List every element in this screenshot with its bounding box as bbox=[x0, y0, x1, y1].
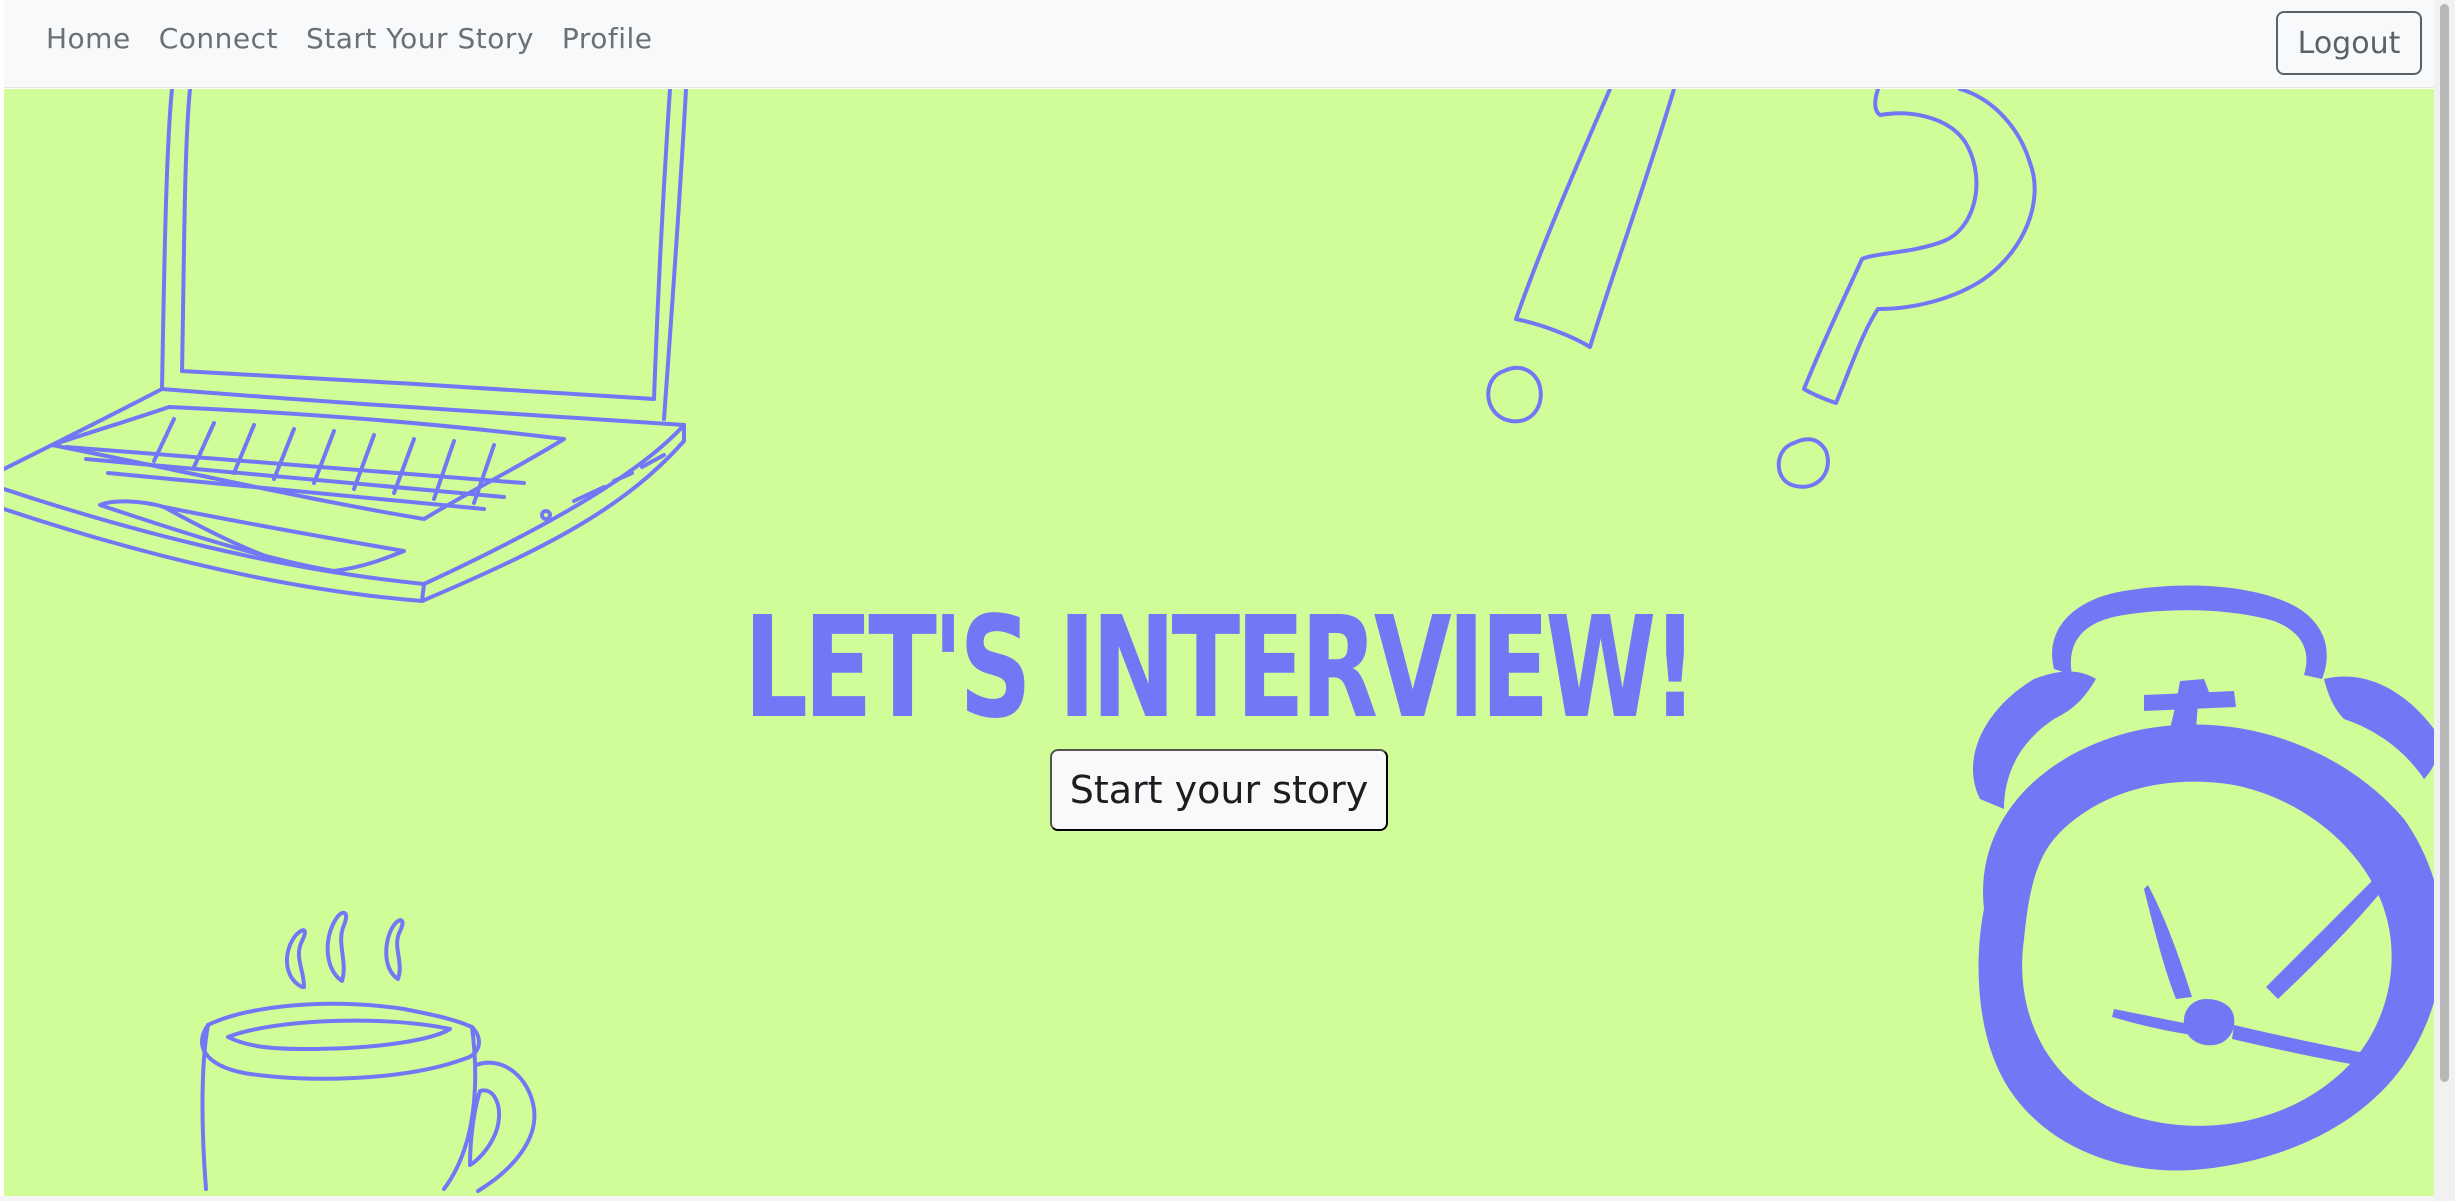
start-your-story-button[interactable]: Start your story bbox=[1050, 749, 1388, 831]
hero-section: LET'S INTERVIEW! Start your story bbox=[4, 89, 2434, 1196]
exclamation-question-illustration bbox=[1486, 89, 2037, 489]
page-bottom-edge bbox=[0, 1196, 2434, 1201]
page: Home Connect Start Your Story Profile Lo… bbox=[0, 0, 2455, 1201]
nav-link-start-your-story[interactable]: Start Your Story bbox=[306, 22, 534, 55]
nav-links: Home Connect Start Your Story Profile bbox=[46, 22, 652, 55]
scrollbar-thumb[interactable] bbox=[2440, 4, 2449, 1082]
logout-button[interactable]: Logout bbox=[2276, 11, 2422, 75]
coffee-cup-illustration bbox=[200, 910, 537, 1193]
top-navbar: Home Connect Start Your Story Profile Lo… bbox=[4, 0, 2434, 88]
vertical-scrollbar[interactable] bbox=[2434, 0, 2455, 1201]
nav-link-home[interactable]: Home bbox=[46, 22, 131, 55]
hero-headline: LET'S INTERVIEW! bbox=[743, 587, 1698, 750]
laptop-illustration bbox=[4, 89, 688, 603]
nav-link-profile[interactable]: Profile bbox=[562, 22, 653, 55]
nav-link-connect[interactable]: Connect bbox=[159, 22, 278, 55]
